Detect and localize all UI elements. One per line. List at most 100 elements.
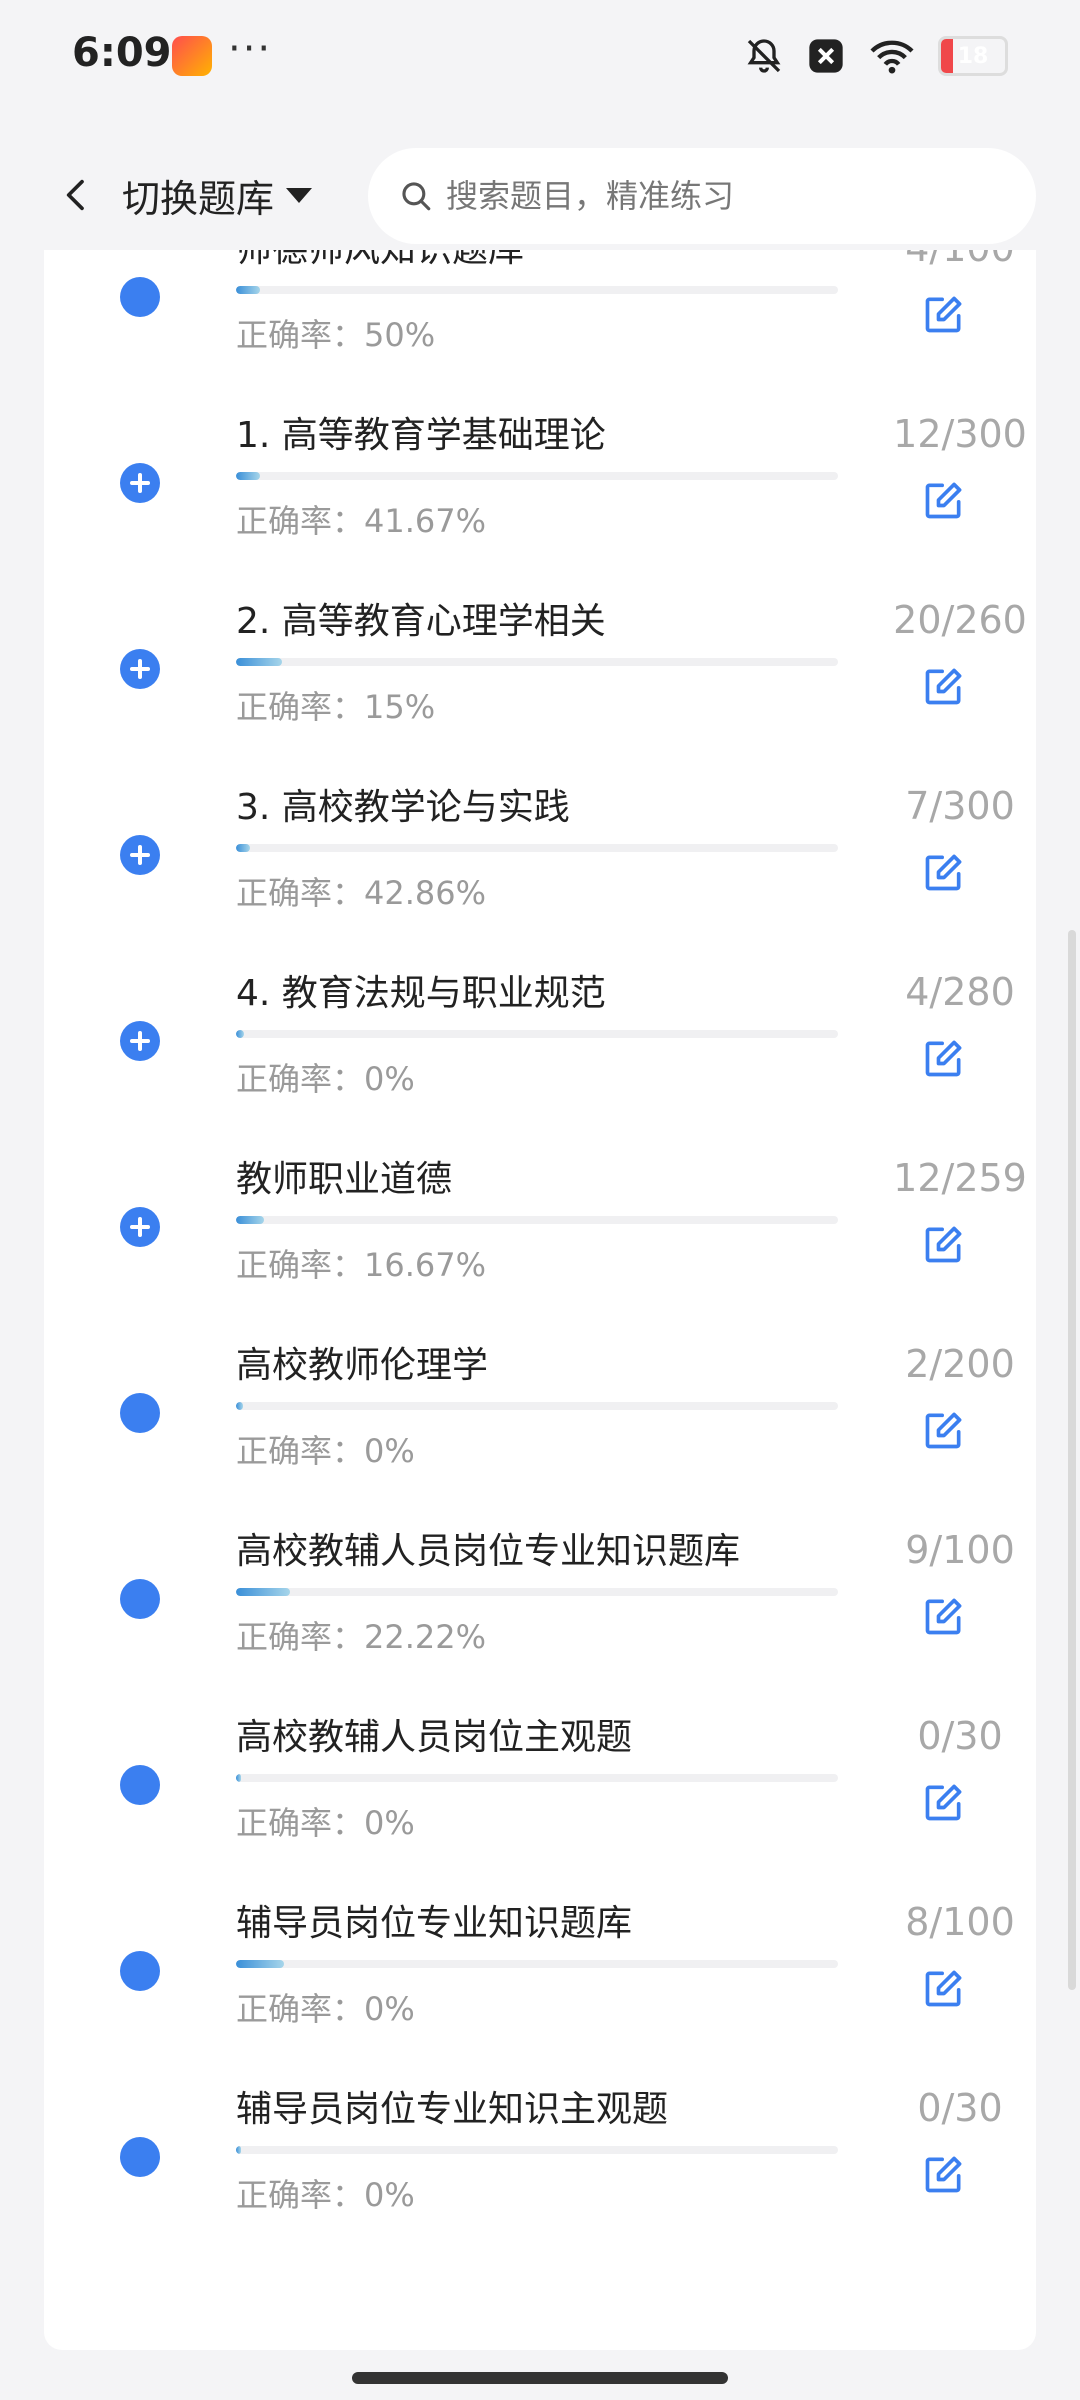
home-indicator[interactable] bbox=[352, 2372, 728, 2384]
accuracy-text: 正确率：41.67% bbox=[236, 502, 487, 540]
bank-title: 高校教辅人员岗位主观题 bbox=[236, 1717, 633, 1758]
progress-bar bbox=[236, 1588, 838, 1596]
bank-title: 3. 高校教学论与实践 bbox=[236, 787, 570, 828]
progress-count: 7/300 bbox=[905, 784, 1015, 828]
edit-button[interactable] bbox=[914, 1028, 974, 1088]
caret-down-icon bbox=[286, 187, 313, 203]
expand-plus-icon[interactable] bbox=[120, 835, 160, 875]
switch-question-bank-label: 切换题库 bbox=[122, 176, 275, 221]
edit-icon bbox=[922, 478, 966, 522]
dot-icon bbox=[120, 1579, 160, 1619]
progress-count: 12/259 bbox=[893, 1156, 1027, 1200]
accuracy-text: 正确率：0% bbox=[236, 1060, 415, 1098]
edit-button[interactable] bbox=[914, 1958, 974, 2018]
status-time: 6:09 bbox=[72, 30, 172, 76]
question-bank-item[interactable]: 师德师风知识题库正确率：50% 4/100 bbox=[44, 250, 1036, 380]
bank-title: 师德师风知识题库 bbox=[236, 250, 524, 272]
status-icons: 18 bbox=[744, 36, 1008, 76]
progress-count: 0/30 bbox=[917, 2086, 1003, 2130]
progress-bar bbox=[236, 286, 838, 294]
accuracy-text: 正确率：0% bbox=[236, 1804, 415, 1842]
edit-icon bbox=[922, 1594, 966, 1638]
accuracy-text: 正确率：0% bbox=[236, 1990, 415, 2028]
progress-count: 4/280 bbox=[905, 970, 1015, 1014]
question-bank-item[interactable]: 高校教辅人员岗位主观题 正确率：0% 0/30 bbox=[44, 1678, 1036, 1868]
question-bank-item[interactable]: 辅导员岗位专业知识主观题 正确率：0% 0/30 bbox=[44, 2050, 1036, 2240]
edit-icon bbox=[922, 1780, 966, 1824]
edit-icon bbox=[922, 292, 966, 336]
dot-icon bbox=[120, 1951, 160, 1991]
edit-button[interactable] bbox=[914, 842, 974, 902]
question-bank-list: 师德师风知识题库正确率：50% 4/100 1. 高等教育学基础理论正确率：41.6… bbox=[44, 250, 1036, 2350]
progress-bar bbox=[236, 2146, 838, 2154]
dot-icon bbox=[120, 1393, 160, 1433]
edit-icon bbox=[922, 1408, 966, 1452]
progress-bar bbox=[236, 1216, 838, 1224]
edit-button[interactable] bbox=[914, 2144, 974, 2204]
progress-bar bbox=[236, 1402, 838, 1410]
scrollbar[interactable] bbox=[1068, 930, 1076, 1990]
progress-bar bbox=[236, 1030, 838, 1038]
edit-icon bbox=[922, 664, 966, 708]
question-bank-item[interactable]: 辅导员岗位专业知识题库 正确率：0% 8/100 bbox=[44, 1864, 1036, 2054]
wifi-icon bbox=[868, 36, 916, 76]
accuracy-text: 正确率：0% bbox=[236, 2176, 415, 2214]
accuracy-text: 正确率：22.22% bbox=[236, 1618, 487, 1656]
progress-count: 8/100 bbox=[905, 1900, 1015, 1944]
dot-icon bbox=[120, 2137, 160, 2177]
search-icon bbox=[396, 176, 436, 216]
bank-title: 高校教辅人员岗位专业知识题库 bbox=[236, 1531, 741, 1572]
accuracy-text: 正确率：15% bbox=[236, 688, 436, 726]
expand-plus-icon[interactable] bbox=[120, 649, 160, 689]
bank-title: 辅导员岗位专业知识主观题 bbox=[236, 2089, 669, 2130]
accuracy-text: 正确率：16.67% bbox=[236, 1246, 487, 1284]
accuracy-text: 正确率：50% bbox=[236, 316, 436, 354]
expand-plus-icon[interactable] bbox=[120, 1207, 160, 1247]
edit-icon bbox=[922, 1036, 966, 1080]
edit-button[interactable] bbox=[914, 1400, 974, 1460]
battery-level: 18 bbox=[957, 43, 989, 69]
app-notification-icon bbox=[172, 36, 212, 76]
accuracy-text: 正确率：0% bbox=[236, 1432, 415, 1470]
bank-title: 辅导员岗位专业知识题库 bbox=[236, 1903, 633, 1944]
progress-count: 0/30 bbox=[917, 1714, 1003, 1758]
question-bank-item[interactable]: 教师职业道德 正确率：16.67% 12/259 bbox=[44, 1120, 1036, 1310]
switch-question-bank-button[interactable]: 切换题库 bbox=[122, 160, 313, 230]
edit-icon bbox=[922, 1966, 966, 2010]
status-more-icon: ··· bbox=[228, 26, 273, 72]
header: 切换题库 bbox=[0, 140, 1080, 250]
expand-plus-icon[interactable] bbox=[120, 463, 160, 503]
question-bank-item[interactable]: 1. 高等教育学基础理论 正确率：41.67% 12/300 bbox=[44, 376, 1036, 566]
edit-button[interactable] bbox=[914, 284, 974, 344]
progress-bar bbox=[236, 1774, 838, 1782]
question-bank-item[interactable]: 2. 高等教育心理学相关 正确率：15% 20/260 bbox=[44, 562, 1036, 752]
question-bank-item[interactable]: 3. 高校教学论与实践 正确率：42.86% 7/300 bbox=[44, 748, 1036, 938]
edit-button[interactable] bbox=[914, 656, 974, 716]
edit-button[interactable] bbox=[914, 1772, 974, 1832]
question-bank-item[interactable]: 4. 教育法规与职业规范 正确率：0% 4/280 bbox=[44, 934, 1036, 1124]
question-bank-item[interactable]: 高校教辅人员岗位专业知识题库 正确率：22.22% 9/100 bbox=[44, 1492, 1036, 1682]
expand-plus-icon[interactable] bbox=[120, 1021, 160, 1061]
edit-button[interactable] bbox=[914, 1586, 974, 1646]
edit-icon bbox=[922, 2152, 966, 2196]
bank-title: 1. 高等教育学基础理论 bbox=[236, 415, 606, 456]
progress-bar bbox=[236, 1960, 838, 1968]
status-bar: 6:09 ··· 18 bbox=[0, 0, 1080, 120]
edit-button[interactable] bbox=[914, 470, 974, 530]
search-bar[interactable] bbox=[368, 148, 1036, 244]
close-box-icon bbox=[806, 36, 846, 76]
bank-title: 2. 高等教育心理学相关 bbox=[236, 601, 606, 642]
progress-count: 12/300 bbox=[893, 412, 1027, 456]
edit-icon bbox=[922, 1222, 966, 1266]
progress-bar bbox=[236, 658, 838, 666]
progress-count: 9/100 bbox=[905, 1528, 1015, 1572]
battery-icon: 18 bbox=[938, 36, 1008, 76]
question-bank-item[interactable]: 高校教师伦理学 正确率：0% 2/200 bbox=[44, 1306, 1036, 1496]
bank-title: 高校教师伦理学 bbox=[236, 1345, 489, 1386]
accuracy-text: 正确率：42.86% bbox=[236, 874, 487, 912]
bell-off-icon bbox=[744, 36, 784, 76]
edit-button[interactable] bbox=[914, 1214, 974, 1274]
back-button[interactable] bbox=[42, 160, 112, 230]
search-input[interactable] bbox=[444, 176, 1008, 216]
progress-count: 20/260 bbox=[893, 598, 1027, 642]
